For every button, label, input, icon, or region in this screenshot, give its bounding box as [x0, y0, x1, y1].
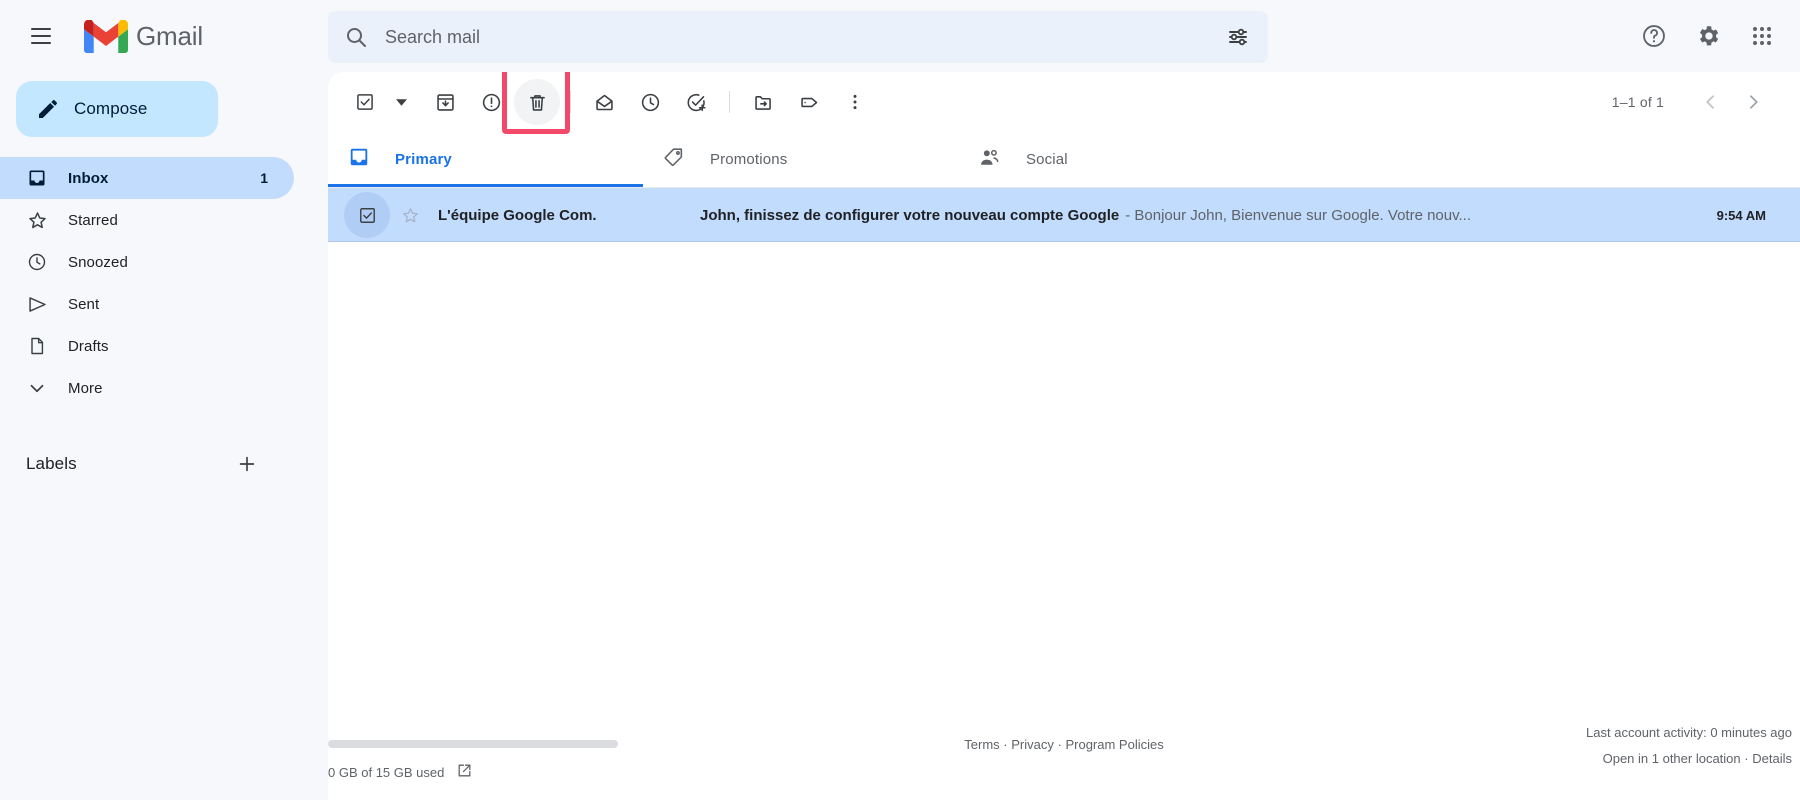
sidebar-item-label: Sent [68, 295, 100, 313]
clock-icon [26, 252, 48, 272]
header-actions [1630, 12, 1786, 60]
email-checkbox[interactable] [344, 192, 390, 238]
link-separator-1: · [1003, 737, 1008, 752]
search-options-sliders-icon[interactable] [1214, 13, 1262, 61]
storage-text-row: 0 GB of 15 GB used [328, 762, 618, 782]
details-link[interactable]: Details [1752, 751, 1792, 766]
delete-button[interactable] [514, 79, 560, 125]
search-input[interactable] [380, 26, 1214, 48]
gmail-logo-icon [84, 19, 128, 53]
main-panel: 1–1 of 1 Primary Promotions Social L'équ… [328, 72, 1800, 800]
pagination-range: 1–1 of 1 [1611, 94, 1664, 110]
search-icon[interactable] [332, 13, 380, 61]
table-row[interactable]: L'équipe Google Com. John, finissez de c… [328, 188, 1800, 242]
tab-label: Promotions [710, 151, 788, 168]
sidebar-item-label: Snoozed [68, 253, 128, 271]
mail-toolbar: 1–1 of 1 [328, 72, 1800, 134]
terms-link[interactable]: Terms [964, 737, 999, 752]
privacy-link[interactable]: Privacy [1011, 737, 1054, 752]
document-icon [26, 336, 48, 356]
send-icon [26, 294, 48, 315]
google-apps-grid-icon[interactable] [1738, 12, 1786, 60]
mark-as-read-button[interactable] [581, 79, 627, 125]
storage-progress-bar [328, 740, 618, 748]
toolbar-divider [570, 91, 571, 113]
report-spam-button[interactable] [468, 79, 514, 125]
tag-tab-icon [663, 146, 685, 173]
gmail-logo[interactable]: Gmail [84, 19, 203, 53]
tab-label: Social [1026, 151, 1068, 168]
more-vertical-icon[interactable] [832, 79, 878, 125]
sidebar-item-starred[interactable]: Starred [0, 199, 294, 241]
tab-primary[interactable]: Primary [328, 132, 643, 188]
hamburger-menu-icon[interactable] [17, 12, 65, 60]
sidebar-item-inbox[interactable]: Inbox 1 [0, 157, 294, 199]
sidebar-nav: Inbox 1 Starred Snoozed Sent Drafts More [0, 157, 328, 409]
email-snippet: - Bonjour John, Bienvenue sur Google. Vo… [1125, 206, 1472, 224]
star-outline-icon[interactable] [390, 195, 430, 235]
email-sender: L'équipe Google Com. [438, 206, 597, 224]
chevron-right-icon[interactable] [1732, 81, 1774, 123]
sidebar-item-label: Starred [68, 211, 118, 229]
email-subject: John, finissez de configurer votre nouve… [700, 206, 1120, 224]
delete-button-highlighted [502, 72, 570, 134]
gear-icon[interactable] [1684, 12, 1732, 60]
sidebar-item-sent[interactable]: Sent [0, 283, 294, 325]
open-locations-label: Open in 1 other location [1602, 751, 1741, 766]
storage-used-label: 0 GB of 15 GB used [328, 764, 445, 780]
open-locations-row: Open in 1 other location · Details [1586, 746, 1792, 772]
help-circle-icon[interactable] [1630, 12, 1678, 60]
search-bar[interactable] [328, 11, 1268, 63]
caret-down-icon[interactable] [388, 79, 414, 125]
chevron-down-icon [26, 377, 48, 399]
tab-label: Primary [395, 151, 452, 168]
sidebar: Compose Inbox 1 Starred Snoozed Sent Dra… [0, 72, 328, 800]
star-icon [26, 210, 48, 231]
storage-info: 0 GB of 15 GB used [328, 740, 618, 782]
tab-promotions[interactable]: Promotions [643, 132, 958, 188]
tab-social[interactable]: Social [958, 132, 1273, 188]
pagination: 1–1 of 1 [1612, 81, 1774, 123]
sidebar-item-label: More [68, 379, 103, 397]
details-separator: · [1744, 751, 1749, 766]
archive-button[interactable] [422, 79, 468, 125]
last-account-activity: Last account activity: 0 minutes ago [1586, 725, 1792, 740]
people-tab-icon [978, 146, 1001, 174]
footer-links: Terms · Privacy · Program Policies [964, 737, 1163, 752]
top-header: Gmail [0, 0, 1800, 72]
add-to-tasks-button[interactable] [673, 79, 719, 125]
chevron-left-icon[interactable] [1690, 81, 1732, 123]
labels-title: Labels [26, 454, 77, 473]
sidebar-item-more[interactable]: More [0, 367, 294, 409]
inbox-tab-icon [348, 146, 370, 173]
select-all-checkbox[interactable] [342, 79, 388, 125]
inbox-unread-count: 1 [260, 170, 268, 186]
compose-button[interactable]: Compose [16, 81, 218, 137]
labels-section-header: Labels [0, 443, 294, 485]
sidebar-item-label: Inbox [68, 169, 109, 187]
email-list: L'équipe Google Com. John, finissez de c… [328, 188, 1800, 242]
email-time: 9:54 AM [1716, 207, 1766, 223]
tabs-filler [1273, 132, 1800, 188]
pencil-icon [36, 97, 60, 121]
footer: 0 GB of 15 GB used Terms · Privacy · Pro… [328, 710, 1800, 800]
program-policies-link[interactable]: Program Policies [1065, 737, 1163, 752]
inbox-icon [26, 168, 48, 188]
link-separator-2: · [1057, 737, 1062, 752]
toolbar-divider-2 [729, 91, 730, 113]
plus-icon[interactable] [230, 447, 264, 481]
account-activity-info: Last account activity: 0 minutes ago Ope… [1586, 720, 1792, 772]
label-tag-button[interactable] [786, 79, 832, 125]
gmail-logo-text: Gmail [136, 20, 203, 51]
email-body-preview: John, finissez de configurer votre nouve… [700, 207, 1717, 224]
snooze-button[interactable] [627, 79, 673, 125]
sidebar-item-label: Drafts [68, 337, 109, 355]
move-to-folder-button[interactable] [740, 79, 786, 125]
inbox-tabs: Primary Promotions Social [328, 132, 1800, 188]
gmail-app: Gmail Search mail Compose Inbox 1 Starre… [0, 0, 1800, 800]
compose-label: Compose [74, 99, 148, 118]
sidebar-item-snoozed[interactable]: Snoozed [0, 241, 294, 283]
open-in-new-icon[interactable] [456, 762, 473, 782]
sidebar-item-drafts[interactable]: Drafts [0, 325, 294, 367]
